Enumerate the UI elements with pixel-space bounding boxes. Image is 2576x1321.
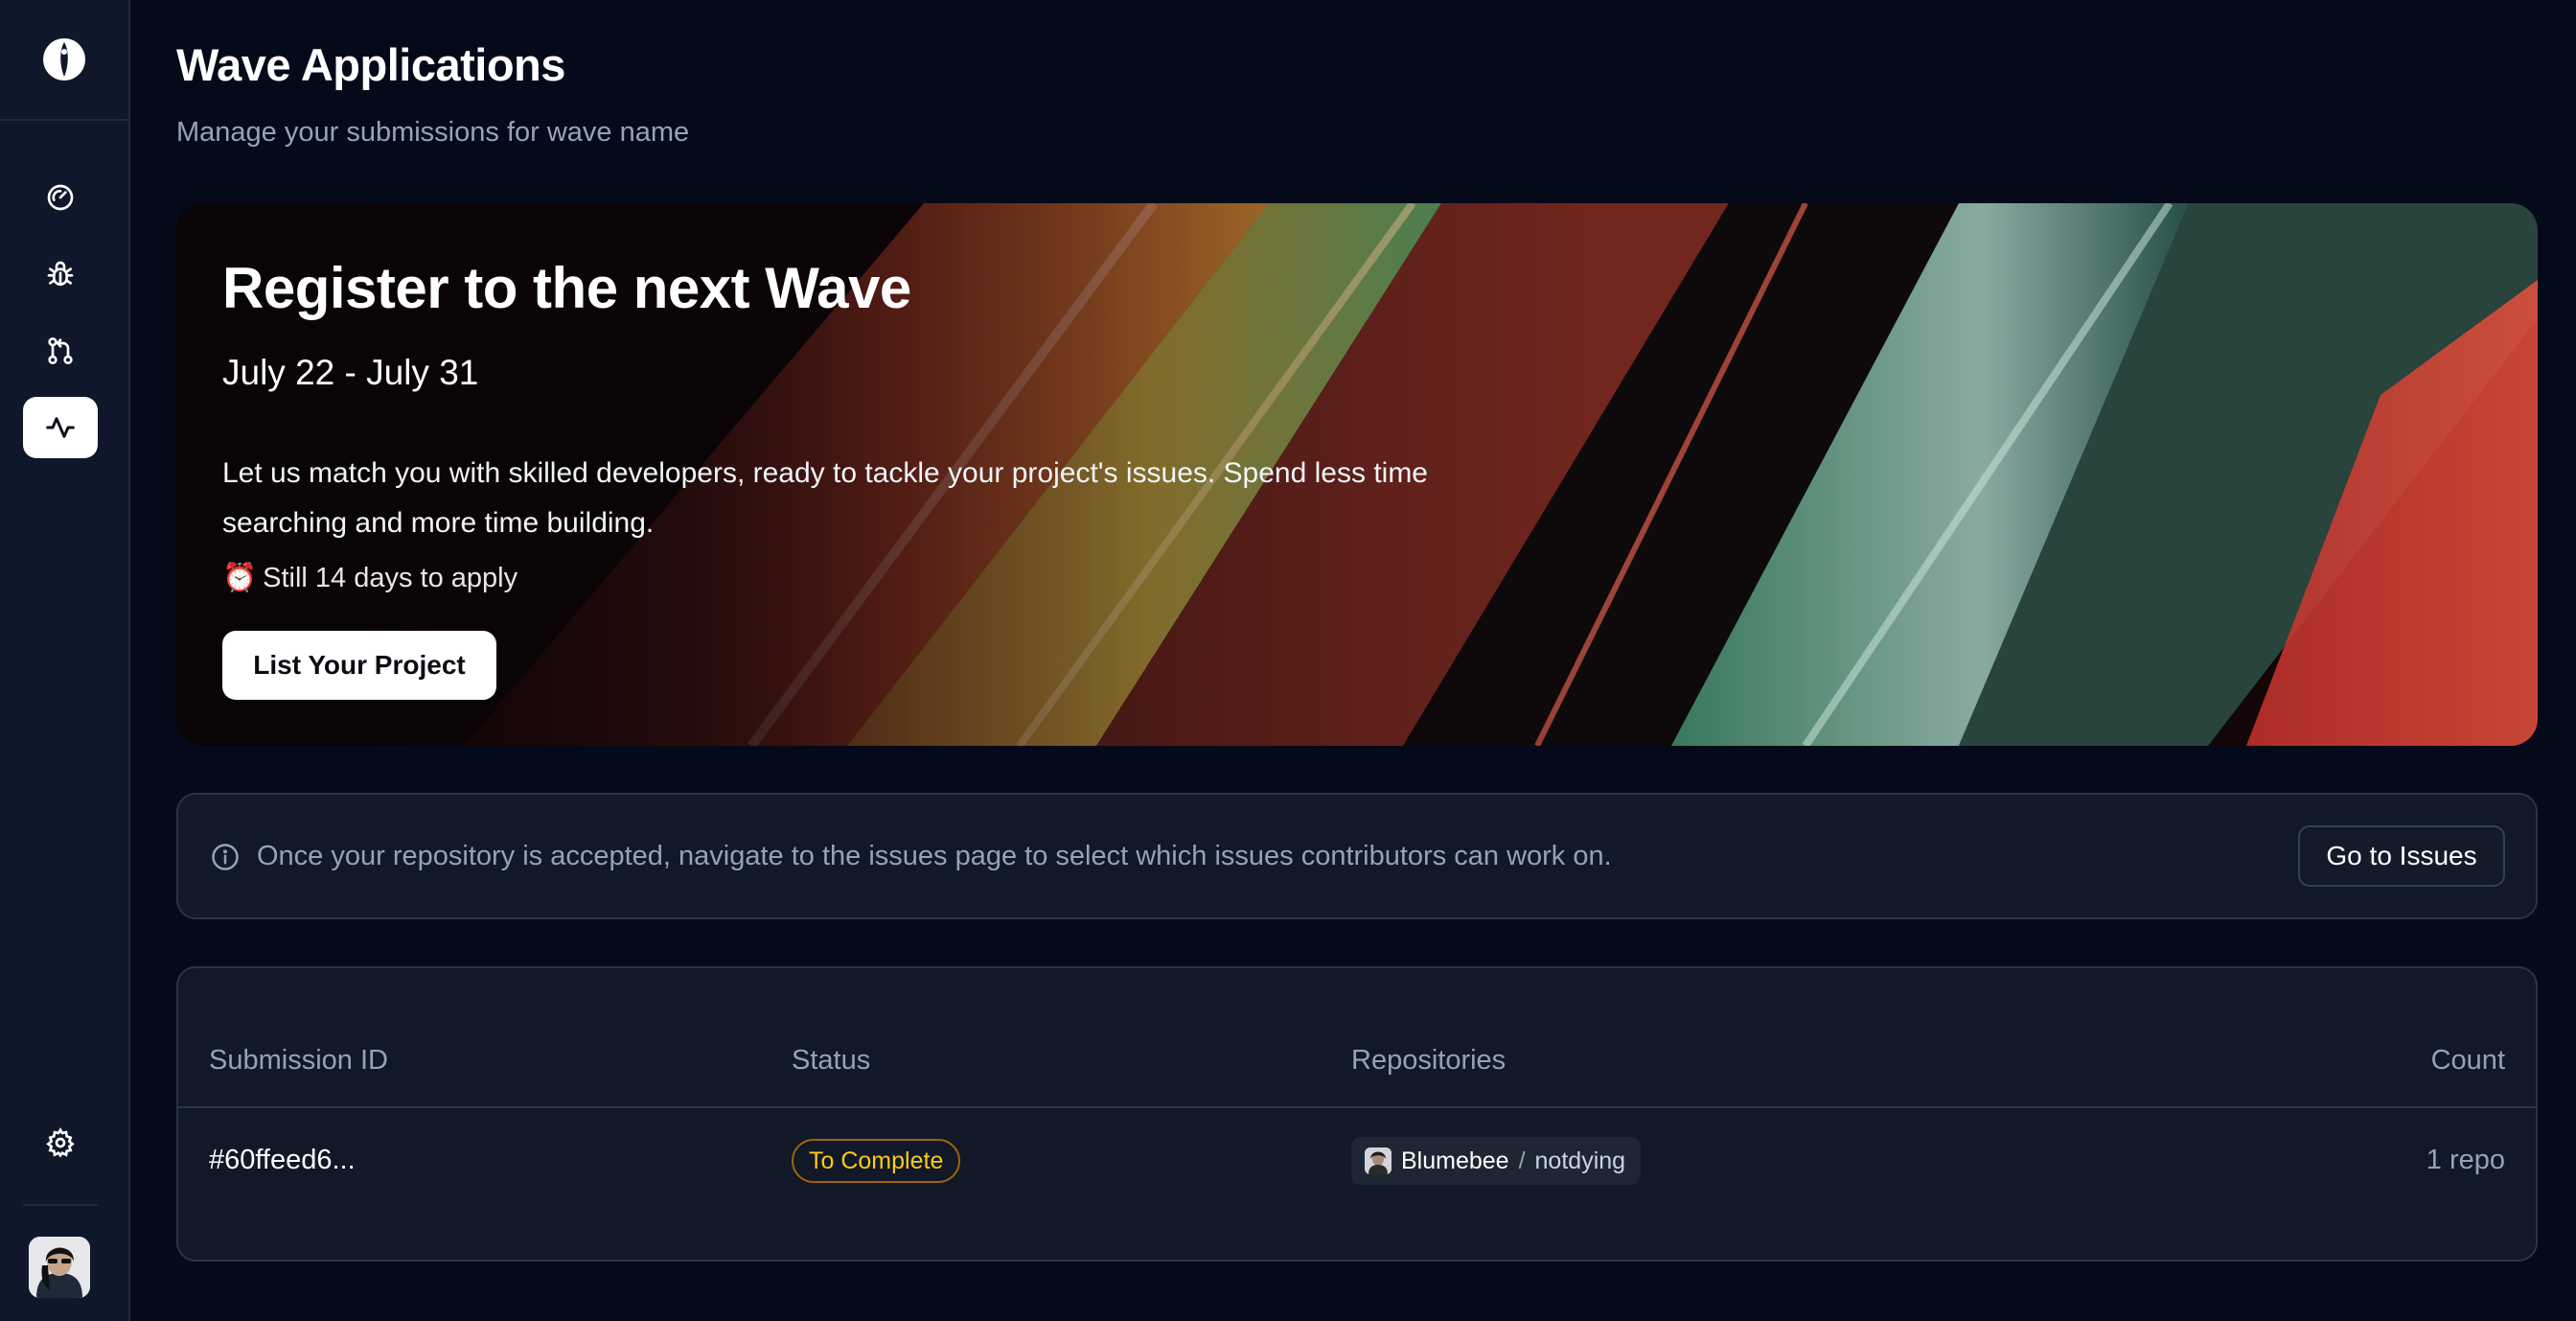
repo-count-cell: 1 repo: [2426, 1145, 2505, 1175]
app-logo[interactable]: [0, 0, 128, 121]
repository-chip[interactable]: Blumebee / notdying: [1351, 1137, 1642, 1185]
banner-title: Register to the next Wave: [222, 256, 911, 320]
repo-name: notdying: [1534, 1147, 1626, 1174]
settings-button[interactable]: [23, 1112, 98, 1173]
sidebar-item-dashboard[interactable]: [23, 167, 98, 228]
repo-owner-avatar: [1365, 1147, 1392, 1174]
info-text: Once your repository is accepted, naviga…: [257, 841, 1612, 871]
gear-icon: [46, 1127, 75, 1158]
bug-icon: [47, 261, 74, 286]
wave-registration-banner: Register to the next Wave July 22 - July…: [176, 203, 2538, 746]
page-title: Wave Applications: [176, 39, 565, 90]
banner-deadline: ⏰ Still 14 days to apply: [222, 562, 518, 594]
list-your-project-button[interactable]: List Your Project: [222, 631, 496, 700]
column-header-status: Status: [792, 1045, 871, 1076]
repo-owner: Blumebee: [1401, 1147, 1509, 1174]
avatar[interactable]: [29, 1237, 90, 1298]
sidebar-item-pull-requests[interactable]: [23, 320, 98, 382]
info-callout: Once your repository is accepted, naviga…: [176, 793, 2538, 919]
go-to-issues-button[interactable]: Go to Issues: [2298, 825, 2505, 887]
repo-separator: /: [1518, 1147, 1526, 1174]
git-pull-request-icon: [48, 337, 73, 364]
submission-id-cell[interactable]: #60ffeed6...: [209, 1145, 356, 1176]
gauge-icon: [47, 184, 74, 211]
sidebar-item-issues[interactable]: [23, 243, 98, 305]
alarm-clock-icon: ⏰: [222, 563, 258, 593]
column-header-count: Count: [2430, 1045, 2505, 1076]
submissions-table: Submission ID Status Repositories Count …: [176, 966, 2538, 1262]
logo-icon: [43, 38, 85, 81]
column-header-submission-id: Submission ID: [209, 1045, 388, 1076]
deadline-text: Still 14 days to apply: [263, 562, 518, 593]
banner-description: Let us match you with skilled developers…: [222, 457, 1428, 539]
column-header-repositories: Repositories: [1351, 1045, 1506, 1076]
sidebar-divider: [23, 1204, 98, 1206]
page-subtitle: Manage your submissions for wave name: [176, 117, 690, 148]
sidebar: [0, 0, 130, 1321]
repo-owner-avatar-image: [1365, 1147, 1392, 1174]
table-header-divider: [178, 1106, 2536, 1108]
info-icon: [212, 844, 239, 870]
banner-dates: July 22 - July 31: [222, 353, 479, 392]
user-avatar-image: [29, 1237, 90, 1298]
sidebar-item-waves[interactable]: [23, 397, 98, 458]
activity-icon: [46, 417, 75, 438]
status-badge: To Complete: [792, 1139, 961, 1183]
